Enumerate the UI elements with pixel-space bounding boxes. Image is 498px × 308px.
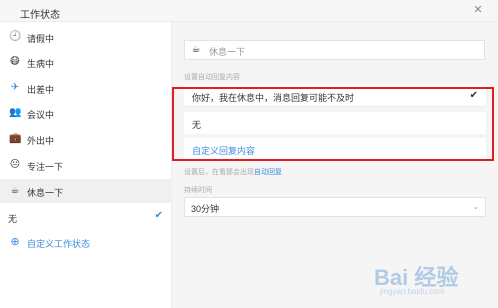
auto-reply-link[interactable]: 自动回复 <box>254 169 282 176</box>
status-item-break[interactable]: ☕ 休息一下 <box>0 179 172 203</box>
status-item-label: 外出中 <box>27 136 55 146</box>
status-item-focus[interactable]: 😐 专注一下 <box>0 153 172 177</box>
coffee-icon: ☕ <box>10 185 20 196</box>
status-item-label: 无 <box>8 214 18 224</box>
status-item-label: 休息一下 <box>27 188 64 198</box>
add-custom-status-label: 自定义工作状态 <box>27 239 91 249</box>
status-item-label: 请假中 <box>27 34 55 44</box>
dialog-title: 工作状态 <box>20 10 60 21</box>
status-name-value: 休息一下 <box>209 47 246 57</box>
coffee-icon: ☕ <box>191 44 201 55</box>
status-item-out[interactable]: 💼 外出中 <box>0 127 172 151</box>
plus-circle-icon: ⊕ <box>10 236 20 248</box>
chevron-down-icon: ⌄ <box>472 202 479 211</box>
focus-face-icon: 😐 <box>9 159 21 170</box>
baidu-watermark: Bai 经验 jingyan.baidu.com <box>360 260 488 300</box>
briefcase-icon: 💼 <box>9 133 22 144</box>
highlight-box <box>172 87 494 161</box>
add-custom-status-button[interactable]: ⊕ 自定义工作状态 <box>0 230 172 254</box>
duration-select[interactable]: 30分钟 ⌄ <box>184 197 486 217</box>
airplane-icon: ✈ <box>10 82 20 93</box>
status-item-sick[interactable]: 😷 生病中 <box>0 50 172 74</box>
watermark-url: jingyan.baidu.com <box>380 287 445 296</box>
status-item-label: 专注一下 <box>27 162 64 172</box>
status-item-label: 出差中 <box>27 85 55 95</box>
clock-icon: 🕘 <box>9 31 22 42</box>
check-icon: ✔ <box>154 210 163 221</box>
duration-label: 持续时间 <box>184 187 212 194</box>
status-item-business-trip[interactable]: ✈ 出差中 <box>0 76 172 100</box>
reply-section-label: 设置自动回复内容 <box>184 74 240 81</box>
status-item-leave[interactable]: 🕘 请假中 <box>0 25 172 49</box>
work-status-dialog: 工作状态 ✕ 🕘 请假中 😷 生病中 ✈ 出差中 👥 会议中 💼 外出中 😐 专… <box>0 0 498 308</box>
meeting-icon: 👥 <box>9 107 22 118</box>
status-name-field[interactable]: ☕ 休息一下 <box>184 40 485 60</box>
reply-hint: 设置后，在看那会出现自动回复 <box>184 167 282 177</box>
reply-hint-text: 设置后，在看那会出现 <box>184 169 254 176</box>
status-item-label: 会议中 <box>27 110 55 120</box>
status-item-meeting[interactable]: 👥 会议中 <box>0 101 172 125</box>
title-bar: 工作状态 ✕ <box>0 0 498 22</box>
duration-value: 30分钟 <box>191 204 220 214</box>
status-list: 🕘 请假中 😷 生病中 ✈ 出差中 👥 会议中 💼 外出中 😐 专注一下 ☕ 休… <box>0 22 172 308</box>
sick-face-icon: 😷 <box>9 56 21 67</box>
close-icon[interactable]: ✕ <box>472 4 484 16</box>
status-item-label: 生病中 <box>27 59 55 69</box>
status-item-none[interactable]: 无 ✔ <box>0 205 172 229</box>
